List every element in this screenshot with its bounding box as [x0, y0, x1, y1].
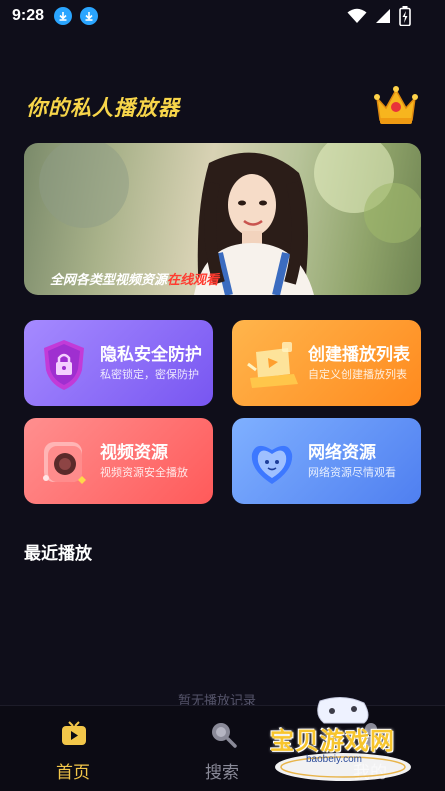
privacy-card-title: 隐私安全防护: [100, 345, 202, 365]
signal-icon: [375, 8, 391, 28]
status-time: 9:28: [12, 7, 45, 24]
banner[interactable]: 全网各类型视频资源在线观看: [24, 143, 421, 295]
wifi-icon: [347, 8, 367, 28]
page-title: 你的私人播放器: [26, 96, 180, 120]
search-icon: [209, 720, 237, 748]
crown-icon[interactable]: [372, 80, 420, 128]
tab-search[interactable]: 搜索: [167, 706, 277, 791]
tv-icon: [60, 720, 88, 748]
watermark-text: 宝贝游戏网: [270, 727, 395, 755]
heart-network-icon: [242, 432, 302, 492]
playlist-card-title: 创建播放列表: [308, 345, 410, 365]
banner-caption: 全网各类型视频资源在线观看: [50, 273, 220, 288]
tab-home[interactable]: 首页: [18, 706, 128, 791]
watermark-url: baobeiy.com: [306, 754, 362, 765]
watermark: 宝贝游戏网 baobeiy.com: [268, 695, 418, 785]
download-icon: [54, 7, 73, 25]
shield-lock-icon: [34, 334, 94, 394]
privacy-card[interactable]: 隐私安全防护 私密锁定，密保防护: [24, 320, 213, 406]
status-bar: 9:28: [0, 0, 445, 32]
battery-icon: [399, 6, 411, 30]
network-card-subtitle: 网络资源尽情观看: [308, 466, 396, 479]
recent-section-title: 最近播放: [24, 544, 92, 564]
privacy-card-subtitle: 私密锁定，密保防护: [100, 368, 199, 381]
video-card-subtitle: 视频资源安全播放: [100, 466, 188, 479]
download-icon: [80, 7, 99, 25]
playlist-card[interactable]: 创建播放列表 自定义创建播放列表: [232, 320, 421, 406]
tab-search-label: 搜索: [205, 763, 239, 783]
playlist-card-subtitle: 自定义创建播放列表: [308, 368, 407, 381]
laptop-video-icon: [242, 334, 302, 394]
video-card[interactable]: 视频资源 视频资源安全播放: [24, 418, 213, 504]
video-card-title: 视频资源: [100, 443, 168, 463]
banner-caption-highlight: 在线观看: [167, 273, 220, 288]
tab-home-label: 首页: [56, 763, 90, 783]
network-card[interactable]: 网络资源 网络资源尽情观看: [232, 418, 421, 504]
network-card-title: 网络资源: [308, 443, 376, 463]
video-player-icon: [34, 432, 94, 492]
